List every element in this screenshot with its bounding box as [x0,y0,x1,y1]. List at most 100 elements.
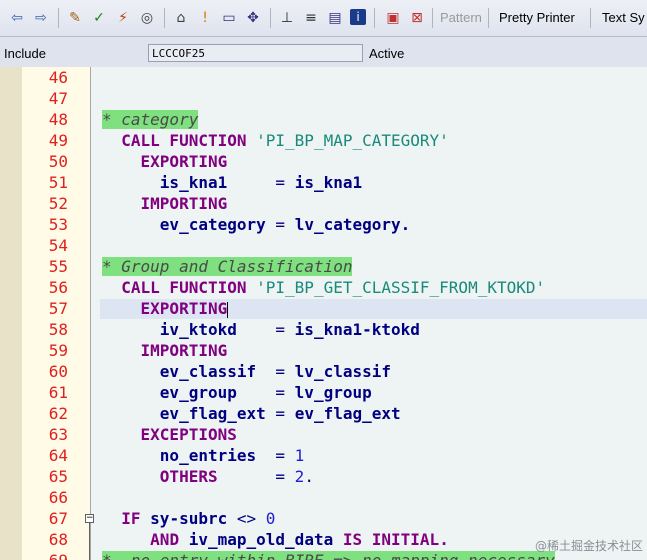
abap-editor[interactable]: 46 47 48 49 50 51 52 53 54 55 56 57 58 5… [0,67,647,560]
text-symbols-button[interactable]: Text Sy [602,10,645,25]
toolbar-separator [374,8,375,28]
insert-statement-icon[interactable]: ▣ [384,9,402,27]
status-label: Active [369,46,405,61]
period: . [304,467,314,486]
line-number: 57 [48,299,68,318]
number-literal: 0 [265,509,276,528]
code-line-51: is_kna1 = is_kna1 [102,173,362,193]
pretty-printer-button[interactable]: Pretty Printer [499,10,575,25]
keyword: IS INITIAL. [342,530,449,549]
test-icon[interactable]: ◎ [138,9,156,27]
keyword: EXPORTING [140,152,228,171]
operator: = [275,320,286,339]
code-line-48: * category [102,110,199,130]
line-number: 65 [48,467,68,486]
enhance-icon[interactable]: ! [196,9,214,27]
forward-arrow-icon[interactable]: ⇨ [32,9,50,27]
parameter: ev_classif [159,362,257,381]
line-number: 46 [48,68,68,87]
text-cursor [227,301,229,318]
pattern-button[interactable]: Pattern [440,10,482,25]
code-line-55: * Group and Classification [102,257,353,277]
variable: lv_classif [294,362,391,381]
activate-icon[interactable]: ⚡ [114,9,132,27]
operator: <> [236,509,257,528]
keyword: AND [150,530,180,549]
code-line-49: CALL FUNCTION 'PI_BP_MAP_CATEGORY' [102,131,449,151]
line-number: 55 [48,257,68,276]
toolbar-separator [488,8,489,28]
watermark: @稀土掘金技术社区 [534,539,643,553]
keyword: EXPORTING [140,299,228,318]
keyword: IMPORTING [140,194,228,213]
code-line-52: IMPORTING [102,194,228,214]
line-number: 60 [48,362,68,381]
code-line-53: ev_category = lv_category. [102,215,410,235]
parameter: no_entries [159,446,257,465]
keyword: EXCEPTIONS [140,425,237,444]
operator: = [275,215,286,234]
line-number: 54 [48,236,68,255]
code-line-64: no_entries = 1 [102,446,305,466]
editor-margin [0,67,23,560]
line-number: 47 [48,89,68,108]
code-line-56: CALL FUNCTION 'PI_BP_GET_CLASSIF_FROM_KT… [102,278,545,298]
operator: = [275,467,286,486]
keyword: OTHERS [159,467,218,486]
comment-text: * no entry within BIRE => no mapping nec… [102,551,555,560]
keyword: IMPORTING [140,341,228,360]
line-number: 64 [48,446,68,465]
where-used-icon[interactable]: ⌂ [172,9,190,27]
parameter: is_kna1 [159,173,228,192]
variable: ev_flag_ext [294,404,401,423]
toolbar-separator [432,8,433,28]
include-label: Include [4,46,46,61]
number-literal: 2 [294,467,305,486]
stamp-icon[interactable]: ≡ [302,9,320,27]
line-number: 53 [48,215,68,234]
code-line-69: * no entry within BIRE => no mapping nec… [102,551,555,560]
variable: is_kna1-ktokd [294,320,420,339]
code-line-50: EXPORTING [102,152,228,172]
code-line-63: EXCEPTIONS [102,425,237,445]
variable: is_kna1 [294,173,363,192]
variable: lv_category. [294,215,411,234]
breakpoint-icon[interactable]: ⊠ [408,9,426,27]
toolbar-separator [590,8,591,28]
code-line-62: ev_flag_ext = ev_flag_ext [102,404,401,424]
parameter: ev_category [159,215,266,234]
toolbar-separator [270,8,271,28]
include-name-field: LCCCOF25 [148,44,363,62]
operator: = [275,404,286,423]
navigation-window-icon[interactable]: ▭ [220,9,238,27]
keyword: CALL FUNCTION [121,278,247,297]
line-number: 63 [48,425,68,444]
line-number: 66 [48,488,68,507]
toolbar-separator [58,8,59,28]
hierarchy-icon[interactable]: ⊥ [278,9,296,27]
code-line-67: IF sy-subrc <> 0 [102,509,275,529]
variable: iv_map_old_data [188,530,334,549]
layout-icon[interactable]: ▤ [326,9,344,27]
line-number: 50 [48,152,68,171]
comment-text: * Group and Classification [102,257,353,276]
operator: = [275,173,286,192]
info-icon[interactable]: i [350,9,366,25]
code-line-59: IMPORTING [102,341,228,361]
number-literal: 1 [294,446,305,465]
code-line-58: iv_ktokd = is_kna1-ktokd [102,320,420,340]
parameter: ev_group [159,383,237,402]
fold-column [72,67,91,560]
object-list-icon[interactable]: ✥ [244,9,262,27]
line-number: 51 [48,173,68,192]
parameter: iv_ktokd [159,320,237,339]
object-info-bar: Include LCCCOF25 Active [0,37,647,67]
display-change-icon[interactable]: ✎ [66,9,84,27]
line-number: 68 [48,530,68,549]
fold-toggle-icon[interactable]: − [85,514,94,523]
operator: = [275,362,286,381]
line-number: 69 [22,551,68,560]
back-arrow-icon[interactable]: ⇦ [8,9,26,27]
code-line-61: ev_group = lv_group [102,383,372,403]
check-icon[interactable]: ✓ [90,9,108,27]
